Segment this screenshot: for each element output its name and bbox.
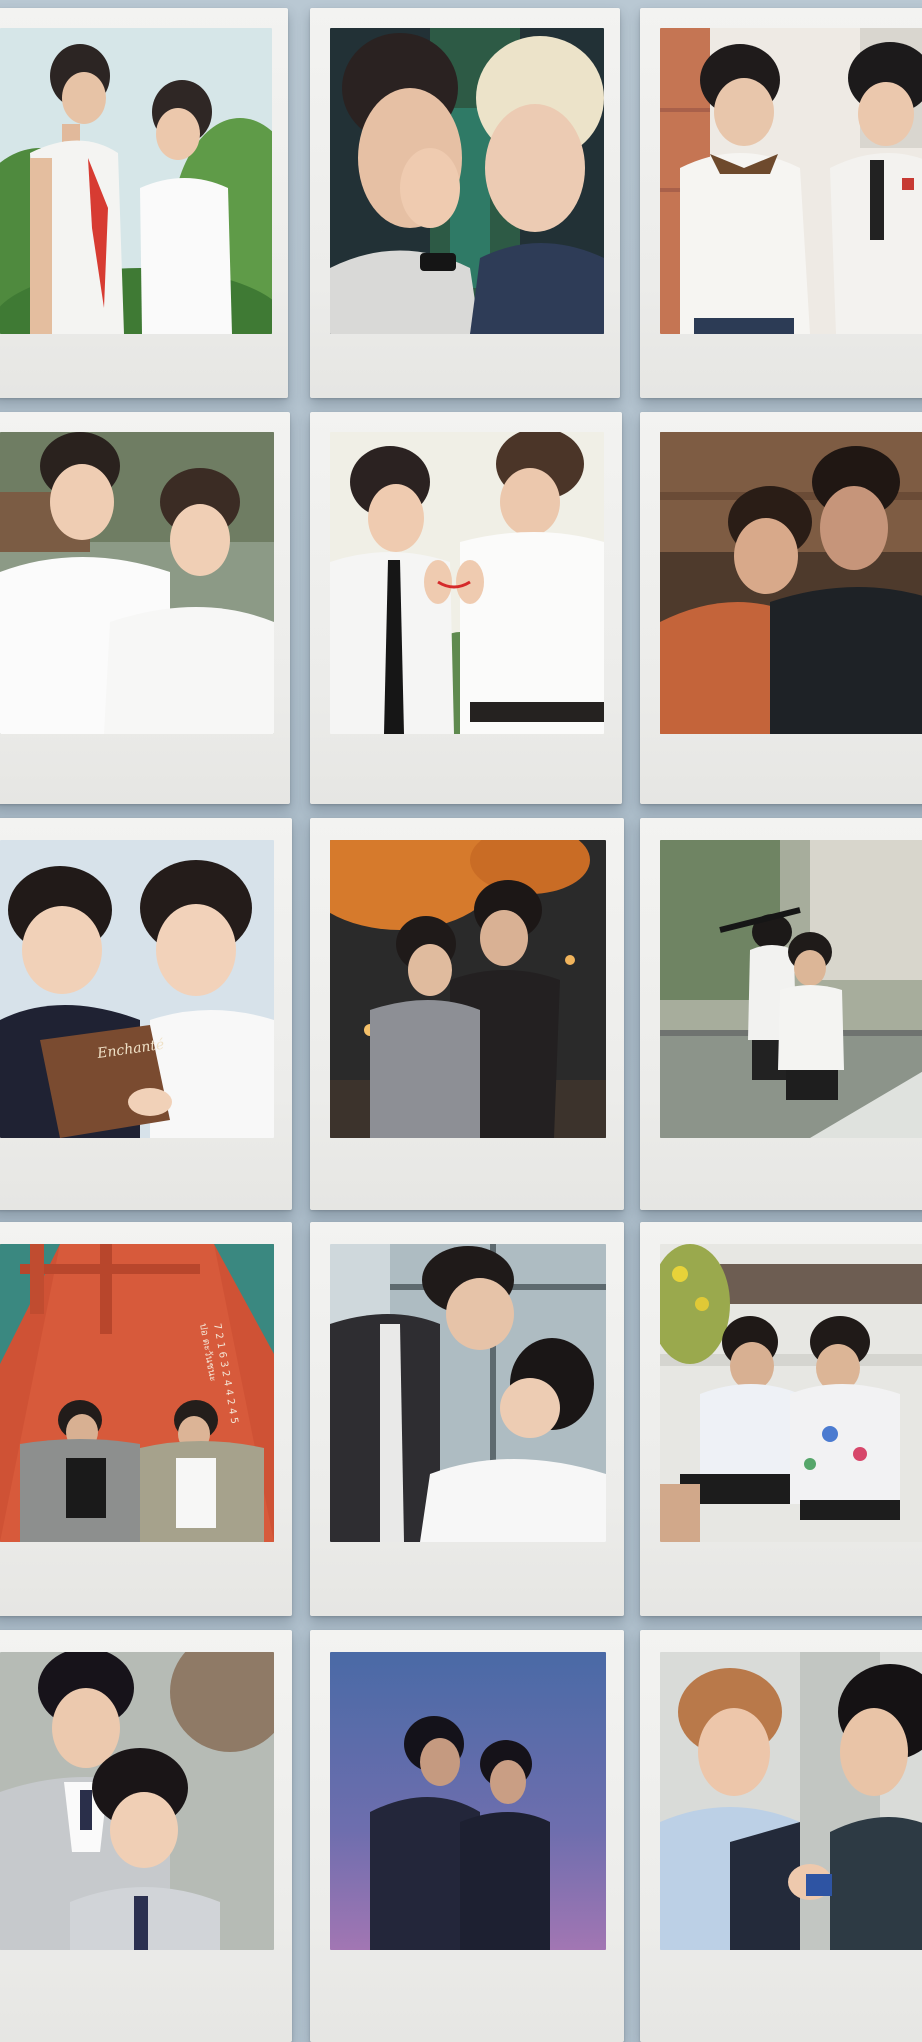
polaroid-14[interactable]: [310, 1630, 624, 2042]
photo-8: [330, 840, 606, 1138]
photo-12: [660, 1244, 922, 1542]
photo-13: [0, 1652, 274, 1950]
polaroid-8[interactable]: [310, 818, 624, 1210]
polaroid-7[interactable]: Enchanté: [0, 818, 292, 1210]
photo-4: [0, 432, 274, 734]
polaroid-12[interactable]: [640, 1222, 922, 1616]
photo-9: [660, 840, 922, 1138]
polaroid-11[interactable]: [310, 1222, 624, 1616]
polaroid-10[interactable]: 7 2 1 6 3 2 4 4 2 4 5 ปอ ตะวันชนะ: [0, 1222, 292, 1616]
photo-14: [330, 1652, 606, 1950]
polaroid-6[interactable]: [640, 412, 922, 804]
polaroid-1[interactable]: [0, 8, 288, 398]
photo-board: Enchanté 7 2 1 6 3 2 4 4 2 4 5 ปอ ตะวันช…: [0, 0, 922, 2042]
photo-10: 7 2 1 6 3 2 4 4 2 4 5 ปอ ตะวันชนะ: [0, 1244, 274, 1542]
polaroid-15[interactable]: [640, 1630, 922, 2042]
photo-1: [0, 28, 272, 334]
photo-3: [660, 28, 922, 334]
polaroid-3[interactable]: [640, 8, 922, 398]
polaroid-2[interactable]: [310, 8, 620, 398]
polaroid-4[interactable]: [0, 412, 290, 804]
photo-7: Enchanté: [0, 840, 274, 1138]
photo-2: [330, 28, 604, 334]
polaroid-5[interactable]: [310, 412, 622, 804]
photo-15: [660, 1652, 922, 1950]
polaroid-13[interactable]: [0, 1630, 292, 2042]
photo-6: [660, 432, 922, 734]
photo-11: [330, 1244, 606, 1542]
photo-5: [330, 432, 604, 734]
polaroid-9[interactable]: [640, 818, 922, 1210]
